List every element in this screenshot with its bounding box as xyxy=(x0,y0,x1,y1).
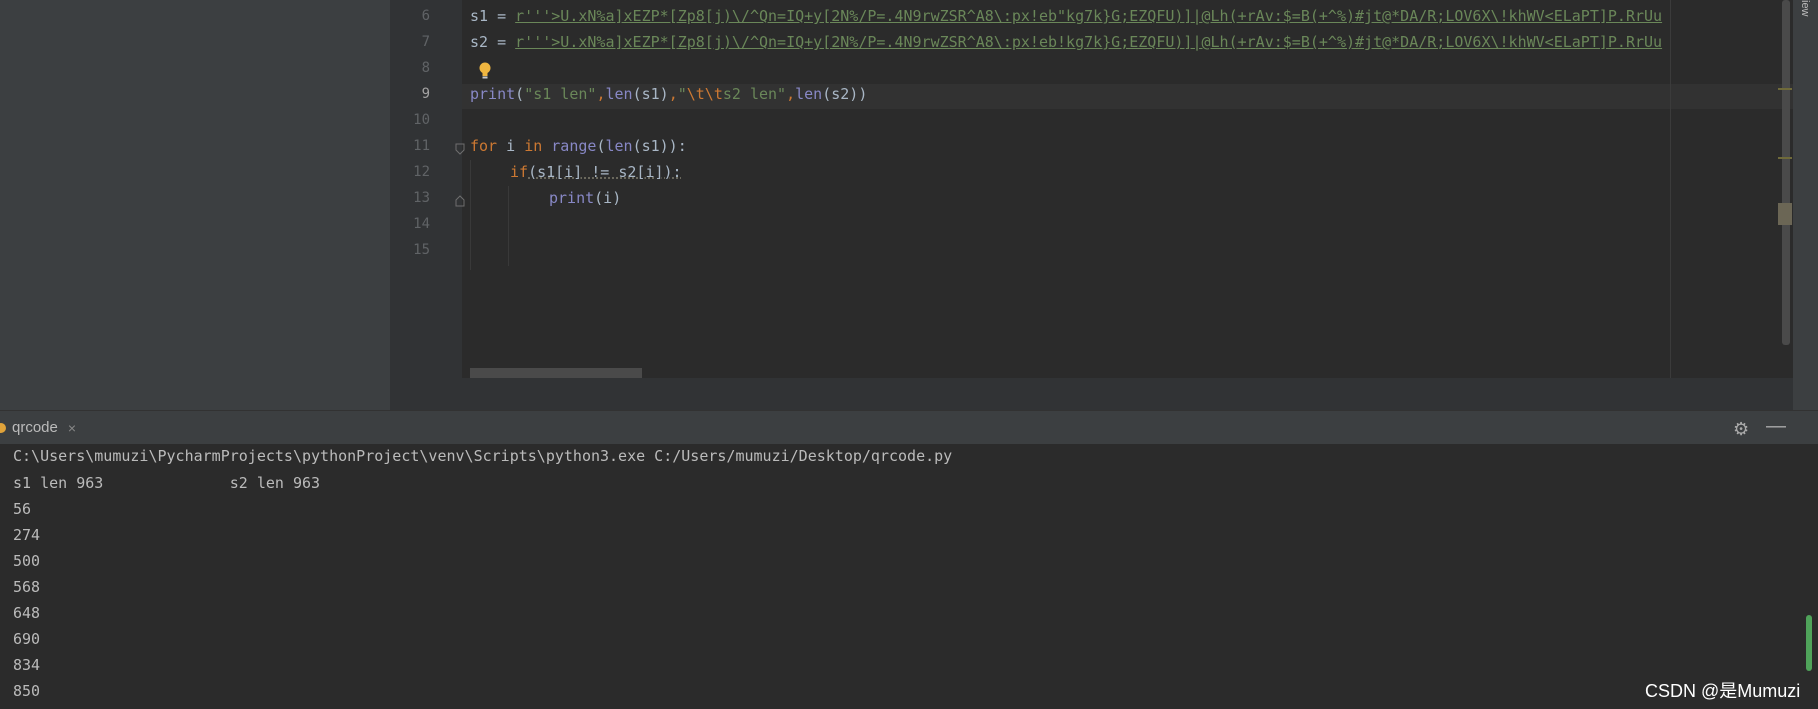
builtin-len: len xyxy=(605,137,633,155)
arguments: (s1)): xyxy=(632,137,687,155)
code-line-7[interactable]: s2 = r'''>U.xN%a]xEZP*[Zp8[j)\/^Qn=IQ+y[… xyxy=(470,33,1662,51)
console-output-line: 568 xyxy=(13,578,41,596)
console-output-line: 850 xyxy=(13,682,41,700)
comma: , xyxy=(786,85,796,103)
console-output-line: 648 xyxy=(13,604,41,622)
right-margin-guide xyxy=(1670,0,1671,378)
console-output-line: 56 xyxy=(13,500,32,518)
indent-guide xyxy=(508,186,509,266)
fold-open-icon[interactable] xyxy=(455,143,465,155)
arguments: (s1) xyxy=(632,85,669,103)
condition: (s1[i] != s2[i]): xyxy=(528,163,682,181)
console-scrollbar[interactable] xyxy=(1806,615,1812,671)
code-line-11[interactable]: for i in range(len(s1)): xyxy=(470,137,687,155)
run-tab-label: qrcode xyxy=(12,419,58,436)
keyword-in: in xyxy=(524,137,543,155)
python-run-icon xyxy=(0,422,6,433)
builtin-len: len xyxy=(795,85,823,103)
code-editor[interactable] xyxy=(462,0,1793,378)
identifier: s1 xyxy=(470,7,489,25)
builtin-print: print xyxy=(470,85,516,103)
console-output-line: 690 xyxy=(13,630,41,648)
editor-status-area xyxy=(390,378,1793,410)
gear-icon[interactable]: ⚙ xyxy=(1733,419,1749,440)
right-strip-label[interactable]: iew xyxy=(1799,0,1811,17)
warning-marker[interactable] xyxy=(1778,88,1792,90)
editor-gutter xyxy=(390,0,463,378)
code-line-6[interactable]: s1 = r'''>U.xN%a]xEZP*[Zp8[j)\/^Qn=IQ+y[… xyxy=(470,7,1662,25)
line-number: 13 xyxy=(413,190,430,206)
csdn-watermark: CSDN @是Mumuzi xyxy=(1645,681,1801,701)
code-line-9[interactable]: print("s1 len",len(s1),"\t\ts2 len",len(… xyxy=(470,85,867,103)
line-number: 11 xyxy=(413,138,430,154)
keyword-if: if xyxy=(510,163,529,181)
run-tool-window-header: qrcode × ⚙ — xyxy=(0,410,1818,445)
identifier: i xyxy=(497,137,525,155)
string-literal: "s1 len" xyxy=(524,85,597,103)
line-number: 12 xyxy=(413,164,430,180)
close-icon[interactable]: × xyxy=(68,420,76,436)
indent-guide xyxy=(470,160,471,270)
console-scroll-track xyxy=(1780,444,1818,709)
builtin-range: range xyxy=(551,137,597,155)
line-number: 9 xyxy=(421,86,430,102)
string-literal: " xyxy=(677,85,687,103)
console-output-line: 834 xyxy=(13,656,41,674)
line-number: 8 xyxy=(421,60,430,76)
line-number: 15 xyxy=(413,242,430,258)
builtin-print: print xyxy=(549,189,595,207)
operator: = xyxy=(488,33,516,51)
editor-vertical-scrollbar[interactable] xyxy=(1782,0,1790,345)
line-number: 6 xyxy=(421,8,430,24)
code-line-12[interactable]: if(s1[i] != s2[i]): xyxy=(510,163,682,181)
comma: , xyxy=(668,85,678,103)
arguments: (i) xyxy=(594,189,622,207)
project-panel xyxy=(0,0,390,410)
console-output-line: s1 len 963 s2 len 963 xyxy=(13,474,321,492)
current-position-marker[interactable] xyxy=(1778,203,1792,225)
warning-marker[interactable] xyxy=(1778,157,1792,159)
arguments: (s2)) xyxy=(822,85,868,103)
string-literal: r'''>U.xN%a]xEZP*[Zp8[j)\/^Qn=IQ+y[2N%/P… xyxy=(515,33,1663,51)
console-command-line: C:\Users\mumuzi\PycharmProjects\pythonPr… xyxy=(13,447,953,465)
keyword-for: for xyxy=(470,137,498,155)
fold-close-icon[interactable] xyxy=(455,195,465,207)
console-output-line: 274 xyxy=(13,526,41,544)
editor-horizontal-scrollbar[interactable] xyxy=(470,368,642,378)
string-literal: r'''>U.xN%a]xEZP*[Zp8[j)\/^Qn=IQ+y[2N%/P… xyxy=(515,7,1663,25)
operator: = xyxy=(488,7,516,25)
run-tab-qrcode[interactable]: qrcode × xyxy=(0,411,84,444)
right-tool-strip: iew xyxy=(1793,0,1818,410)
identifier: s2 xyxy=(470,33,489,51)
lightbulb-icon[interactable] xyxy=(478,62,492,80)
escape-sequence: \t\t xyxy=(686,85,723,103)
string-literal: s2 len" xyxy=(722,85,787,103)
minimize-icon[interactable]: — xyxy=(1766,415,1786,438)
paren: ( xyxy=(515,85,525,103)
console-output-line: 500 xyxy=(13,552,41,570)
line-number: 10 xyxy=(413,112,430,128)
line-number: 14 xyxy=(413,216,430,232)
line-number: 7 xyxy=(421,34,430,50)
builtin-len: len xyxy=(605,85,633,103)
code-line-13[interactable]: print(i) xyxy=(549,189,621,207)
